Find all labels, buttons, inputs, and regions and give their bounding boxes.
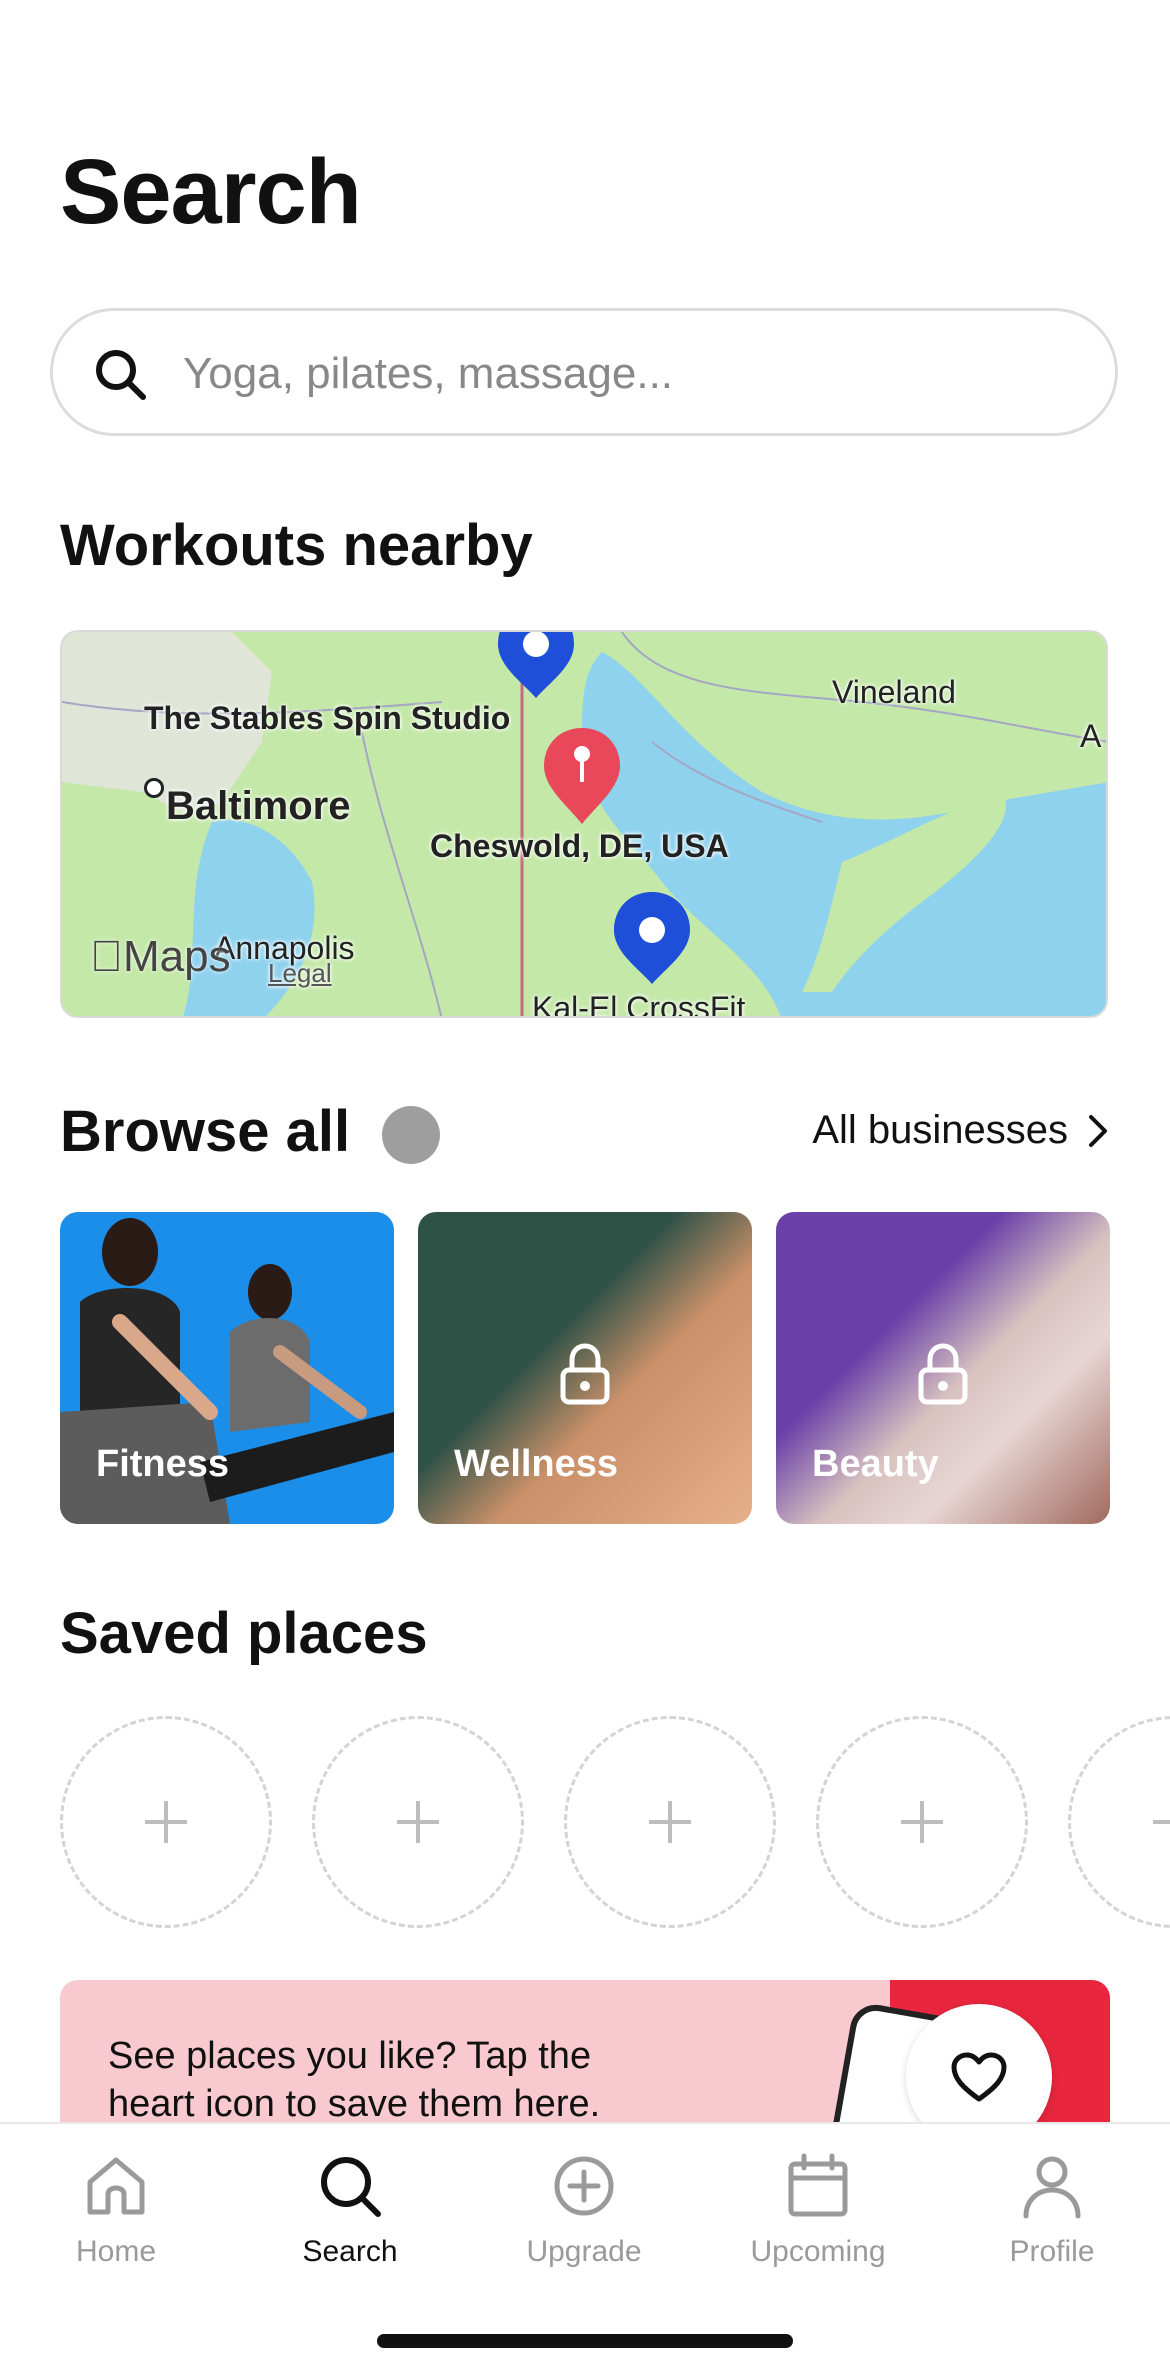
map-legal-link[interactable]: Legal [268, 958, 332, 989]
tile-label: Fitness [96, 1443, 230, 1485]
home-indicator [377, 2334, 793, 2348]
calendar-icon [788, 2153, 848, 2217]
map-label-baltimore: Baltimore [166, 784, 351, 828]
browse-header: Browse all All businesses [60, 1098, 1110, 1168]
plus-icon [901, 1801, 943, 1843]
search-icon [96, 350, 146, 400]
tab-label: Search [302, 2235, 398, 2268]
search-icon [321, 2157, 381, 2217]
save-places-promo: See places you like? Tap the heart icon … [60, 1980, 1110, 2140]
plus-circle-icon [554, 2156, 614, 2216]
saved-place-slot[interactable] [816, 1716, 1028, 1928]
all-businesses-link[interactable]: All businesses [812, 1108, 1110, 1153]
tab-upcoming[interactable]: Upcoming [738, 2150, 898, 2269]
tab-profile[interactable]: Profile [972, 2150, 1132, 2269]
lock-icon [560, 1343, 610, 1405]
workouts-map[interactable]: The Stables Spin Studio Baltimore Cheswo… [60, 630, 1108, 1018]
tab-home[interactable]: Home [36, 2150, 196, 2269]
map-pin-blue[interactable] [492, 630, 580, 702]
promo-text: See places you like? Tap the heart icon … [108, 2035, 601, 2125]
loading-indicator [382, 1106, 440, 1164]
tile-fitness[interactable]: Fitness [60, 1212, 394, 1524]
tab-label: Upcoming [750, 2235, 886, 2268]
workouts-nearby-heading: Workouts nearby [60, 513, 533, 578]
heart-badge [906, 2004, 1052, 2140]
all-businesses-label: All businesses [812, 1108, 1068, 1152]
saved-place-slot[interactable] [564, 1716, 776, 1928]
home-icon [87, 2157, 145, 2215]
map-label-kalel: Kal-El CrossFit [532, 990, 746, 1018]
tile-wellness[interactable]: Wellness [418, 1212, 752, 1524]
category-tiles: Fitness Wellness Beauty [60, 1212, 1110, 1524]
tab-label: Home [75, 2235, 157, 2268]
page-title: Search [60, 141, 362, 243]
city-dot [144, 778, 164, 798]
search-bar[interactable] [50, 308, 1118, 436]
plus-icon [649, 1801, 691, 1843]
saved-place-slot[interactable] [312, 1716, 524, 1928]
heart-icon [951, 2052, 1007, 2102]
browse-all-heading: Browse all [60, 1099, 351, 1164]
tile-beauty[interactable]: Beauty [776, 1212, 1110, 1524]
tile-label: Wellness [454, 1443, 619, 1485]
saved-place-slot[interactable] [60, 1716, 272, 1928]
tab-upgrade[interactable]: Upgrade [504, 2150, 664, 2269]
tab-label: Upgrade [526, 2235, 642, 2268]
tile-label: Beauty [812, 1443, 939, 1485]
plus-icon [397, 1801, 439, 1843]
lock-icon [918, 1343, 968, 1405]
tab-label: Profile [1009, 2235, 1095, 2268]
map-label-cheswold: Cheswold, DE, USA [430, 828, 729, 864]
plus-icon [1153, 1820, 1170, 1824]
saved-places-row [60, 1716, 1170, 1932]
plus-icon [145, 1801, 187, 1843]
person-icon [1023, 2156, 1081, 2219]
search-input[interactable] [181, 331, 1085, 417]
apple-maps-logo: Maps [90, 932, 231, 981]
map-label-studio: The Stables Spin Studio [144, 700, 511, 736]
map-pin-selected[interactable] [538, 724, 626, 828]
map-label-edge: A [1080, 718, 1102, 754]
chevron-right-icon [1089, 1114, 1107, 1147]
saved-places-heading: Saved places [60, 1601, 428, 1666]
map-pin-kalel[interactable] [608, 888, 696, 988]
saved-place-slot[interactable] [1068, 1716, 1170, 1928]
map-label-vineland: Vineland [832, 674, 956, 710]
tab-search[interactable]: Search [270, 2150, 430, 2269]
